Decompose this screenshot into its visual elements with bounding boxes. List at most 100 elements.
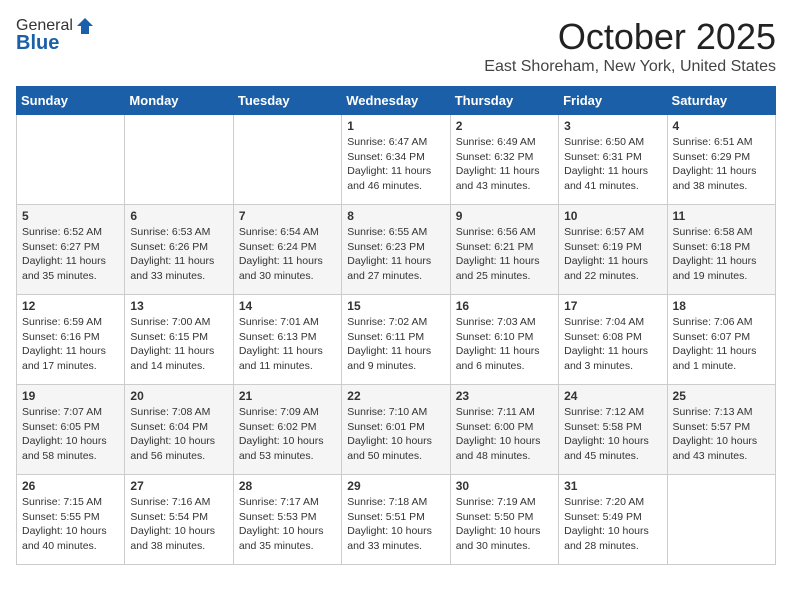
calendar-cell: 26 Sunrise: 7:15 AMSunset: 5:55 PMDayligh… bbox=[17, 475, 125, 565]
day-info: Sunrise: 6:57 AMSunset: 6:19 PMDaylight:… bbox=[564, 226, 648, 282]
day-info: Sunrise: 7:18 AMSunset: 5:51 PMDaylight:… bbox=[347, 496, 432, 552]
calendar-cell: 24 Sunrise: 7:12 AMSunset: 5:58 PMDayligh… bbox=[559, 385, 667, 475]
calendar-cell: 27Sunrise: 7:16 AMSunset: 5:54 PMDayligh… bbox=[125, 475, 233, 565]
logo: General Blue bbox=[16, 16, 95, 55]
day-info: Sunrise: 6:55 AMSunset: 6:23 PMDaylight:… bbox=[347, 226, 431, 282]
day-number: 2 bbox=[456, 119, 553, 133]
calendar-cell: 20 Sunrise: 7:08 AMSunset: 6:04 PMDayligh… bbox=[125, 385, 233, 475]
calendar-cell bbox=[125, 115, 233, 205]
day-header-monday: Monday bbox=[125, 87, 233, 115]
day-number: 23 bbox=[456, 389, 553, 403]
day-header-tuesday: Tuesday bbox=[233, 87, 341, 115]
day-info: Sunrise: 6:53 AMSunset: 6:26 PMDaylight:… bbox=[130, 226, 214, 282]
calendar-cell: 29 Sunrise: 7:18 AMSunset: 5:51 PMDayligh… bbox=[342, 475, 450, 565]
day-info: Sunrise: 7:16 AMSunset: 5:54 PMDaylight:… bbox=[130, 496, 215, 552]
calendar-cell: 22 Sunrise: 7:10 AMSunset: 6:01 PMDayligh… bbox=[342, 385, 450, 475]
calendar-cell: 16Sunrise: 7:03 AMSunset: 6:10 PMDayligh… bbox=[450, 295, 558, 385]
calendar-cell: 14 Sunrise: 7:01 AMSunset: 6:13 PMDayligh… bbox=[233, 295, 341, 385]
day-number: 26 bbox=[22, 479, 119, 493]
calendar-cell: 1Sunrise: 6:47 AMSunset: 6:34 PMDaylight… bbox=[342, 115, 450, 205]
day-number: 14 bbox=[239, 299, 336, 313]
day-header-friday: Friday bbox=[559, 87, 667, 115]
calendar-week-row: 26 Sunrise: 7:15 AMSunset: 5:55 PMDayligh… bbox=[17, 475, 776, 565]
day-number: 29 bbox=[347, 479, 444, 493]
day-info: Sunrise: 7:19 AMSunset: 5:50 PMDaylight:… bbox=[456, 496, 541, 552]
day-number: 24 bbox=[564, 389, 661, 403]
day-number: 28 bbox=[239, 479, 336, 493]
day-number: 22 bbox=[347, 389, 444, 403]
day-header-wednesday: Wednesday bbox=[342, 87, 450, 115]
day-info: Sunrise: 6:54 AMSunset: 6:24 PMDaylight:… bbox=[239, 226, 323, 282]
day-number: 17 bbox=[564, 299, 661, 313]
calendar-cell: 11Sunrise: 6:58 AMSunset: 6:18 PMDayligh… bbox=[667, 205, 775, 295]
calendar-cell: 5Sunrise: 6:52 AMSunset: 6:27 PMDaylight… bbox=[17, 205, 125, 295]
day-number: 3 bbox=[564, 119, 661, 133]
day-info: Sunrise: 6:50 AMSunset: 6:31 PMDaylight:… bbox=[564, 136, 648, 192]
day-number: 10 bbox=[564, 209, 661, 223]
calendar-cell: 25Sunrise: 7:13 AMSunset: 5:57 PMDayligh… bbox=[667, 385, 775, 475]
day-info: Sunrise: 6:59 AMSunset: 6:16 PMDaylight:… bbox=[22, 316, 106, 372]
day-info: Sunrise: 7:17 AMSunset: 5:53 PMDaylight:… bbox=[239, 496, 324, 552]
day-info: Sunrise: 6:52 AMSunset: 6:27 PMDaylight:… bbox=[22, 226, 106, 282]
day-number: 7 bbox=[239, 209, 336, 223]
day-info: Sunrise: 7:12 AMSunset: 5:58 PMDaylight:… bbox=[564, 406, 649, 462]
calendar-cell: 13Sunrise: 7:00 AMSunset: 6:15 PMDayligh… bbox=[125, 295, 233, 385]
calendar-week-row: 19Sunrise: 7:07 AMSunset: 6:05 PMDayligh… bbox=[17, 385, 776, 475]
logo-blue-text: Blue bbox=[16, 32, 59, 55]
day-number: 9 bbox=[456, 209, 553, 223]
day-header-saturday: Saturday bbox=[667, 87, 775, 115]
calendar-cell: 17 Sunrise: 7:04 AMSunset: 6:08 PMDayligh… bbox=[559, 295, 667, 385]
calendar-cell: 2 Sunrise: 6:49 AMSunset: 6:32 PMDaylight… bbox=[450, 115, 558, 205]
day-info: Sunrise: 7:08 AMSunset: 6:04 PMDaylight:… bbox=[130, 406, 215, 462]
day-info: Sunrise: 7:20 AMSunset: 5:49 PMDaylight:… bbox=[564, 496, 649, 552]
day-info: Sunrise: 7:03 AMSunset: 6:10 PMDaylight:… bbox=[456, 316, 540, 372]
calendar-cell: 15Sunrise: 7:02 AMSunset: 6:11 PMDayligh… bbox=[342, 295, 450, 385]
day-info: Sunrise: 7:04 AMSunset: 6:08 PMDaylight:… bbox=[564, 316, 648, 372]
calendar-cell: 19Sunrise: 7:07 AMSunset: 6:05 PMDayligh… bbox=[17, 385, 125, 475]
location: East Shoreham, New York, United States bbox=[484, 58, 776, 76]
day-info: Sunrise: 6:47 AMSunset: 6:34 PMDaylight:… bbox=[347, 136, 431, 192]
calendar-week-row: 5Sunrise: 6:52 AMSunset: 6:27 PMDaylight… bbox=[17, 205, 776, 295]
day-number: 20 bbox=[130, 389, 227, 403]
day-info: Sunrise: 7:15 AMSunset: 5:55 PMDaylight:… bbox=[22, 496, 107, 552]
calendar-cell: 3 Sunrise: 6:50 AMSunset: 6:31 PMDaylight… bbox=[559, 115, 667, 205]
day-number: 31 bbox=[564, 479, 661, 493]
calendar-cell: 31 Sunrise: 7:20 AMSunset: 5:49 PMDayligh… bbox=[559, 475, 667, 565]
day-number: 25 bbox=[673, 389, 770, 403]
calendar-cell: 7 Sunrise: 6:54 AMSunset: 6:24 PMDaylight… bbox=[233, 205, 341, 295]
calendar-cell: 28 Sunrise: 7:17 AMSunset: 5:53 PMDayligh… bbox=[233, 475, 341, 565]
calendar-cell: 30 Sunrise: 7:19 AMSunset: 5:50 PMDayligh… bbox=[450, 475, 558, 565]
day-info: Sunrise: 7:06 AMSunset: 6:07 PMDaylight:… bbox=[673, 316, 757, 372]
day-number: 6 bbox=[130, 209, 227, 223]
day-info: Sunrise: 7:11 AMSunset: 6:00 PMDaylight:… bbox=[456, 406, 541, 462]
day-number: 8 bbox=[347, 209, 444, 223]
calendar-cell: 23 Sunrise: 7:11 AMSunset: 6:00 PMDayligh… bbox=[450, 385, 558, 475]
day-header-thursday: Thursday bbox=[450, 87, 558, 115]
day-number: 19 bbox=[22, 389, 119, 403]
day-info: Sunrise: 6:49 AMSunset: 6:32 PMDaylight:… bbox=[456, 136, 540, 192]
calendar-week-row: 1Sunrise: 6:47 AMSunset: 6:34 PMDaylight… bbox=[17, 115, 776, 205]
calendar-cell bbox=[233, 115, 341, 205]
day-number: 30 bbox=[456, 479, 553, 493]
day-header-sunday: Sunday bbox=[17, 87, 125, 115]
calendar-header-row: SundayMondayTuesdayWednesdayThursdayFrid… bbox=[17, 87, 776, 115]
day-info: Sunrise: 7:10 AMSunset: 6:01 PMDaylight:… bbox=[347, 406, 432, 462]
day-info: Sunrise: 7:09 AMSunset: 6:02 PMDaylight:… bbox=[239, 406, 324, 462]
title-block: October 2025 East Shoreham, New York, Un… bbox=[484, 16, 776, 76]
day-info: Sunrise: 7:02 AMSunset: 6:11 PMDaylight:… bbox=[347, 316, 431, 372]
calendar-cell: 12Sunrise: 6:59 AMSunset: 6:16 PMDayligh… bbox=[17, 295, 125, 385]
calendar-cell bbox=[667, 475, 775, 565]
logo-icon bbox=[75, 16, 95, 36]
day-info: Sunrise: 6:56 AMSunset: 6:21 PMDaylight:… bbox=[456, 226, 540, 282]
day-number: 21 bbox=[239, 389, 336, 403]
calendar-cell: 18Sunrise: 7:06 AMSunset: 6:07 PMDayligh… bbox=[667, 295, 775, 385]
calendar-cell: 10 Sunrise: 6:57 AMSunset: 6:19 PMDayligh… bbox=[559, 205, 667, 295]
day-info: Sunrise: 7:00 AMSunset: 6:15 PMDaylight:… bbox=[130, 316, 214, 372]
calendar-cell: 6 Sunrise: 6:53 AMSunset: 6:26 PMDaylight… bbox=[125, 205, 233, 295]
calendar-cell: 8 Sunrise: 6:55 AMSunset: 6:23 PMDaylight… bbox=[342, 205, 450, 295]
day-info: Sunrise: 6:51 AMSunset: 6:29 PMDaylight:… bbox=[673, 136, 757, 192]
calendar-cell bbox=[17, 115, 125, 205]
day-number: 4 bbox=[673, 119, 770, 133]
day-number: 11 bbox=[673, 209, 770, 223]
day-info: Sunrise: 7:01 AMSunset: 6:13 PMDaylight:… bbox=[239, 316, 323, 372]
